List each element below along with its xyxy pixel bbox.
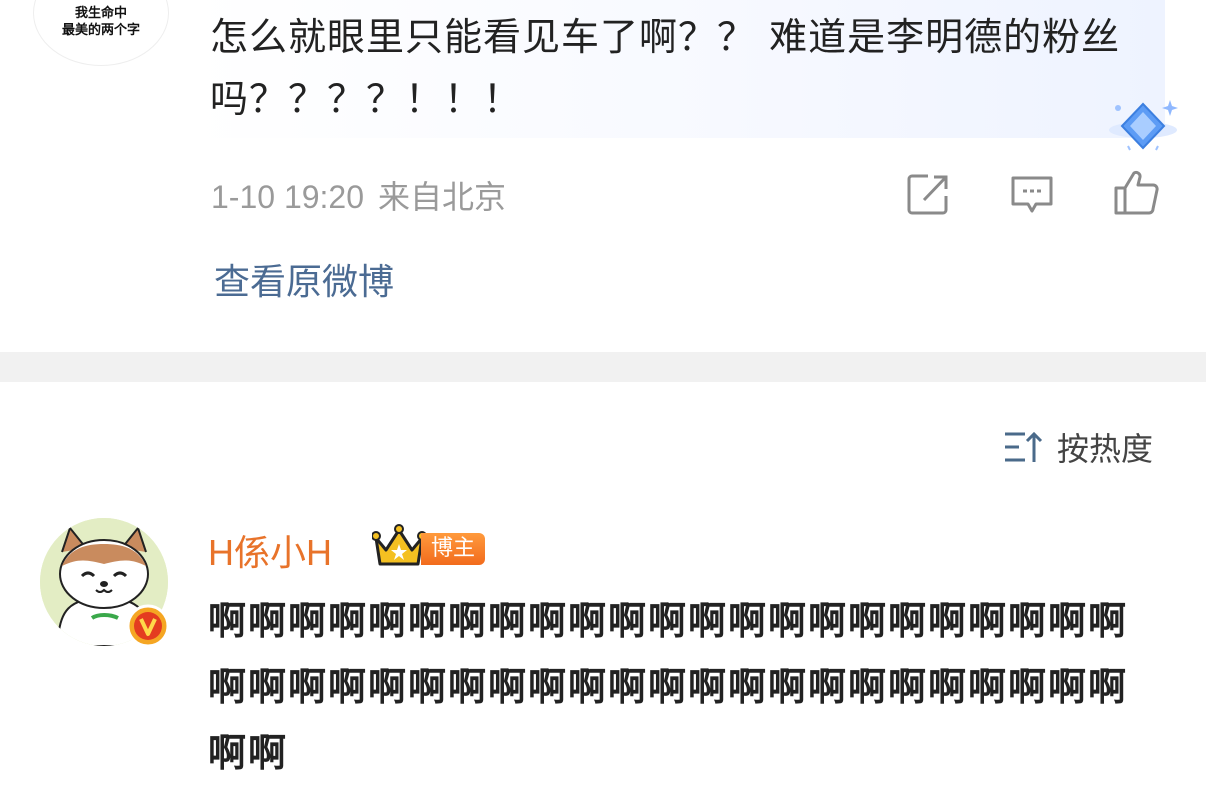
diamond-badge-icon	[1109, 100, 1178, 151]
sort-icon	[1005, 431, 1043, 462]
comment-location: 来自北京	[378, 178, 507, 216]
crown-icon	[372, 524, 426, 566]
sort-button[interactable]: 按热度	[1003, 425, 1153, 469]
comment-meta: 1-10 19:20 来自北京	[211, 172, 506, 218]
username[interactable]: H係小H	[208, 524, 332, 576]
avatar-text: 我生命中 最美的两个字	[61, 6, 140, 38]
v-badge-icon	[126, 604, 170, 648]
comment-time: 1-10 19:20	[211, 179, 365, 215]
comment-text: 怎么就眼里只能看见车了啊？？ 难道是李明德的粉丝吗？？？？！！！	[210, 15, 1121, 121]
share-icon[interactable]	[904, 170, 952, 218]
reply-text: 啊啊啊啊啊啊啊啊啊啊啊啊啊啊啊啊啊啊啊啊啊啊啊啊啊啊啊啊啊啊啊啊啊啊啊啊啊啊啊啊…	[208, 599, 1129, 775]
view-original-link[interactable]: 查看原微博	[214, 253, 394, 305]
sort-label: 按热度	[1057, 430, 1154, 468]
avatar[interactable]: 我生命中 最美的两个字	[33, 0, 169, 66]
thumbs-up-icon[interactable]	[1112, 168, 1160, 216]
section-divider	[0, 352, 1206, 382]
blogger-badge: 博主	[421, 533, 486, 565]
comment-icon[interactable]	[1008, 170, 1056, 218]
